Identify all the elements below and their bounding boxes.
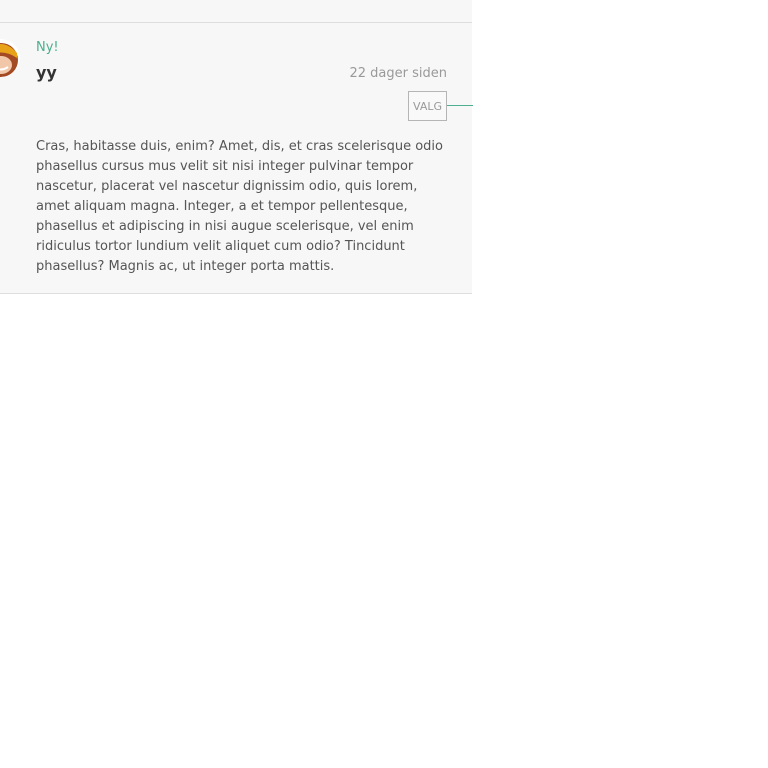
options-button[interactable]: VALG: [408, 91, 447, 121]
connector-line: [447, 105, 473, 106]
user-avatar-icon[interactable]: [0, 39, 20, 77]
comment-author: yy: [36, 63, 57, 82]
comment-timestamp: 22 dager siden: [349, 66, 448, 81]
new-badge: Ny!: [36, 40, 59, 55]
comment-feed: Ny! yy 22 dager siden VALG Cras, habitas…: [0, 0, 768, 768]
comment-body: Cras, habitasse duis, enim? Amet, dis, e…: [36, 139, 443, 274]
previous-comment-card: [0, 0, 472, 23]
comment-card: Ny! yy 22 dager siden VALG Cras, habitas…: [0, 23, 473, 294]
